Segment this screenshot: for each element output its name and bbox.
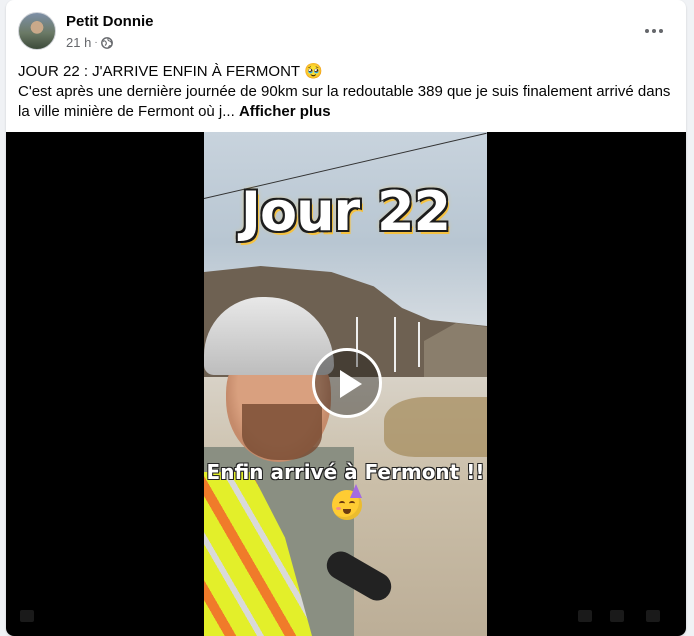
flagpole bbox=[418, 322, 420, 367]
post-timestamp[interactable]: 21 h bbox=[66, 35, 91, 50]
play-control-icon[interactable] bbox=[20, 610, 34, 622]
post-header: Petit Donnie 21 h · bbox=[6, 0, 686, 58]
fullscreen-icon[interactable] bbox=[610, 610, 624, 622]
globe-icon[interactable] bbox=[100, 36, 113, 49]
post-body-text: C'est après une dernière journée de 90km… bbox=[18, 83, 671, 120]
emoji-eye bbox=[349, 501, 355, 506]
video-overlay-title: Jour 22 bbox=[240, 180, 451, 243]
author-name[interactable]: Petit Donnie bbox=[66, 13, 154, 30]
play-icon bbox=[340, 370, 362, 398]
emoji-mouth bbox=[343, 509, 351, 514]
more-horizontal-icon bbox=[645, 29, 649, 33]
post-meta: 21 h · bbox=[66, 35, 113, 50]
video-overlay-caption: Enfin arrivé à Fermont !! bbox=[206, 460, 485, 484]
post-title-line: JOUR 22 : J'ARRIVE ENFIN À FERMONT 🥹 bbox=[18, 63, 323, 80]
flagpole bbox=[394, 317, 396, 372]
post-body: C'est après une dernière journée de 90km… bbox=[18, 82, 674, 122]
volume-icon[interactable] bbox=[646, 610, 660, 622]
play-button[interactable] bbox=[312, 348, 382, 418]
settings-icon[interactable] bbox=[578, 610, 592, 622]
video-controls bbox=[6, 596, 686, 636]
cyclist-beard bbox=[242, 404, 322, 460]
meta-separator: · bbox=[94, 37, 98, 48]
emoji-eye bbox=[339, 501, 345, 506]
video-player[interactable]: Jour 22 Enfin arrivé à Fermont !! bbox=[6, 132, 686, 636]
more-dot bbox=[652, 29, 656, 33]
post-text: JOUR 22 : J'ARRIVE ENFIN À FERMONT 🥹 C'e… bbox=[18, 62, 674, 122]
author-avatar[interactable] bbox=[18, 12, 56, 50]
partying-face-emoji bbox=[332, 484, 362, 520]
post-card: Petit Donnie 21 h · JOUR 22 : J'ARRIVE E… bbox=[6, 0, 686, 636]
more-dot bbox=[659, 29, 663, 33]
see-more-link[interactable]: Afficher plus bbox=[239, 103, 331, 120]
more-options-button[interactable] bbox=[636, 16, 672, 46]
emoji-blush bbox=[336, 507, 341, 510]
shrubs bbox=[384, 397, 487, 457]
